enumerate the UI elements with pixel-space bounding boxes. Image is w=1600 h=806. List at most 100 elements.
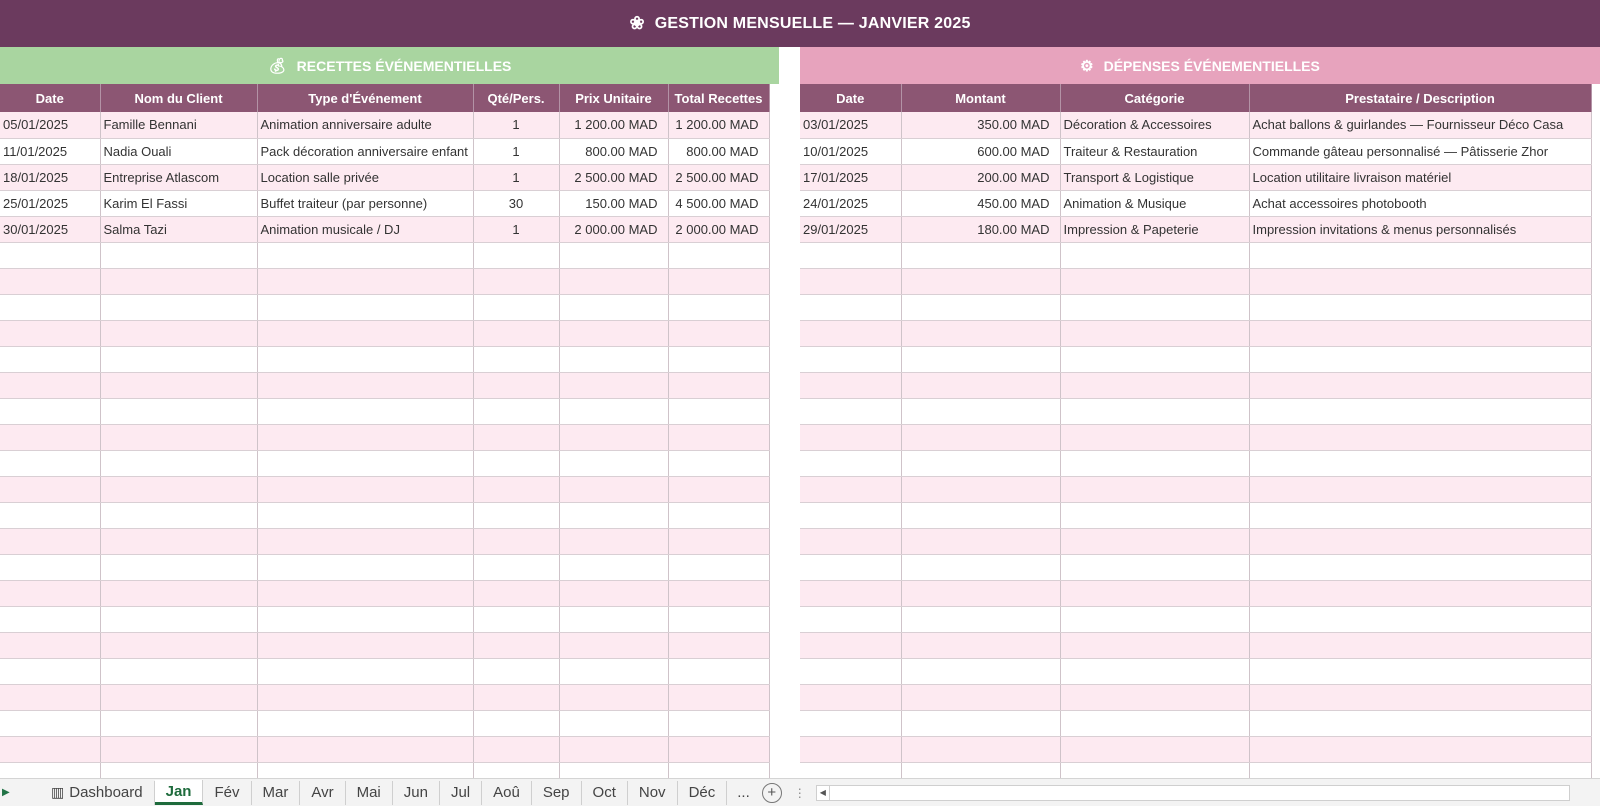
table-cell[interactable]	[559, 502, 669, 529]
table-cell[interactable]: 800.00 MAD	[559, 138, 669, 165]
table-cell[interactable]	[800, 320, 902, 347]
table-cell[interactable]	[800, 268, 902, 295]
table-cell[interactable]: 05/01/2025	[0, 112, 101, 139]
table-cell[interactable]	[559, 658, 669, 685]
table-cell[interactable]	[901, 268, 1061, 295]
table-cell[interactable]	[100, 710, 258, 737]
table-cell[interactable]: Transport & Logistique	[1060, 164, 1250, 191]
table-cell[interactable]	[0, 268, 101, 295]
table-cell[interactable]	[668, 424, 770, 451]
table-cell[interactable]	[100, 502, 258, 529]
table-cell[interactable]	[901, 554, 1061, 581]
table-cell[interactable]: Location utilitaire livraison matériel	[1249, 164, 1592, 191]
table-cell[interactable]	[668, 710, 770, 737]
table-cell[interactable]	[257, 762, 474, 778]
table-cell[interactable]	[1060, 476, 1250, 503]
table-cell[interactable]	[473, 606, 560, 633]
sheet-tab[interactable]: Jan	[154, 780, 204, 805]
sheet-tab[interactable]: Oct	[582, 780, 628, 805]
horizontal-scrollbar[interactable]: ◀	[815, 784, 1570, 801]
table-cell[interactable]	[1060, 684, 1250, 711]
table-cell[interactable]: 1 200.00 MAD	[559, 112, 669, 139]
table-cell[interactable]	[100, 658, 258, 685]
table-cell[interactable]	[0, 346, 101, 373]
table-cell[interactable]	[1060, 710, 1250, 737]
table-cell[interactable]	[0, 242, 101, 269]
table-cell[interactable]	[257, 268, 474, 295]
table-cell[interactable]	[0, 632, 101, 659]
table-cell[interactable]	[0, 502, 101, 529]
table-cell[interactable]	[473, 554, 560, 581]
table-cell[interactable]: Entreprise Atlascom	[100, 164, 258, 191]
table-cell[interactable]	[100, 242, 258, 269]
sheet-tab[interactable]: ▥ Dashboard	[40, 780, 155, 805]
table-cell[interactable]	[0, 424, 101, 451]
table-cell[interactable]	[800, 710, 902, 737]
table-cell[interactable]: 18/01/2025	[0, 164, 101, 191]
table-cell[interactable]	[257, 294, 474, 321]
table-cell[interactable]	[800, 632, 902, 659]
table-cell[interactable]	[559, 762, 669, 778]
table-cell[interactable]: Karim El Fassi	[100, 190, 258, 217]
sheet-tab[interactable]: Aoû	[482, 780, 532, 805]
table-cell[interactable]: 11/01/2025	[0, 138, 101, 165]
table-cell[interactable]	[1249, 398, 1592, 425]
table-cell[interactable]	[1249, 580, 1592, 607]
table-cell[interactable]	[100, 372, 258, 399]
table-cell[interactable]	[901, 450, 1061, 477]
table-cell[interactable]	[668, 684, 770, 711]
table-cell[interactable]	[257, 398, 474, 425]
column-header[interactable]: Date	[800, 84, 902, 112]
table-cell[interactable]	[901, 320, 1061, 347]
add-sheet-icon[interactable]: +	[761, 782, 782, 803]
table-cell[interactable]: 1	[473, 216, 560, 243]
column-header[interactable]: Catégorie	[1060, 84, 1250, 112]
table-cell[interactable]	[901, 762, 1061, 778]
table-cell[interactable]	[559, 372, 669, 399]
table-cell[interactable]	[668, 372, 770, 399]
table-cell[interactable]	[800, 450, 902, 477]
table-cell[interactable]	[473, 632, 560, 659]
table-cell[interactable]	[1060, 450, 1250, 477]
table-cell[interactable]	[901, 684, 1061, 711]
column-header[interactable]: Type d'Événement	[257, 84, 474, 112]
table-cell[interactable]	[473, 372, 560, 399]
scroll-left-icon[interactable]: ◀	[815, 784, 830, 801]
table-cell[interactable]	[0, 736, 101, 763]
table-cell[interactable]	[1249, 268, 1592, 295]
table-cell[interactable]: 03/01/2025	[800, 112, 902, 139]
table-cell[interactable]	[901, 632, 1061, 659]
column-header[interactable]: Nom du Client	[100, 84, 258, 112]
table-cell[interactable]	[257, 580, 474, 607]
table-cell[interactable]	[0, 658, 101, 685]
table-cell[interactable]	[257, 528, 474, 555]
table-cell[interactable]	[100, 346, 258, 373]
table-cell[interactable]	[473, 450, 560, 477]
table-cell[interactable]	[668, 294, 770, 321]
table-cell[interactable]	[668, 580, 770, 607]
table-cell[interactable]	[0, 554, 101, 581]
table-cell[interactable]	[559, 684, 669, 711]
table-cell[interactable]: 2 500.00 MAD	[668, 164, 770, 191]
table-cell[interactable]	[100, 580, 258, 607]
table-cell[interactable]	[257, 658, 474, 685]
table-cell[interactable]	[901, 606, 1061, 633]
table-cell[interactable]	[668, 450, 770, 477]
table-cell[interactable]	[1249, 372, 1592, 399]
table-cell[interactable]	[257, 242, 474, 269]
table-cell[interactable]	[1249, 424, 1592, 451]
table-cell[interactable]	[1249, 294, 1592, 321]
table-cell[interactable]	[1249, 320, 1592, 347]
table-cell[interactable]	[1060, 762, 1250, 778]
table-cell[interactable]	[668, 398, 770, 425]
table-cell[interactable]	[1060, 242, 1250, 269]
table-cell[interactable]	[1249, 710, 1592, 737]
more-tabs-button[interactable]: ...	[727, 784, 760, 801]
column-header[interactable]: Qté/Pers.	[473, 84, 560, 112]
table-cell[interactable]	[800, 476, 902, 503]
table-cell[interactable]: 30	[473, 190, 560, 217]
tab-scroll-arrow-icon[interactable]: ▶	[0, 787, 40, 798]
table-cell[interactable]	[100, 554, 258, 581]
table-cell[interactable]: 24/01/2025	[800, 190, 902, 217]
table-cell[interactable]: Décoration & Accessoires	[1060, 112, 1250, 139]
